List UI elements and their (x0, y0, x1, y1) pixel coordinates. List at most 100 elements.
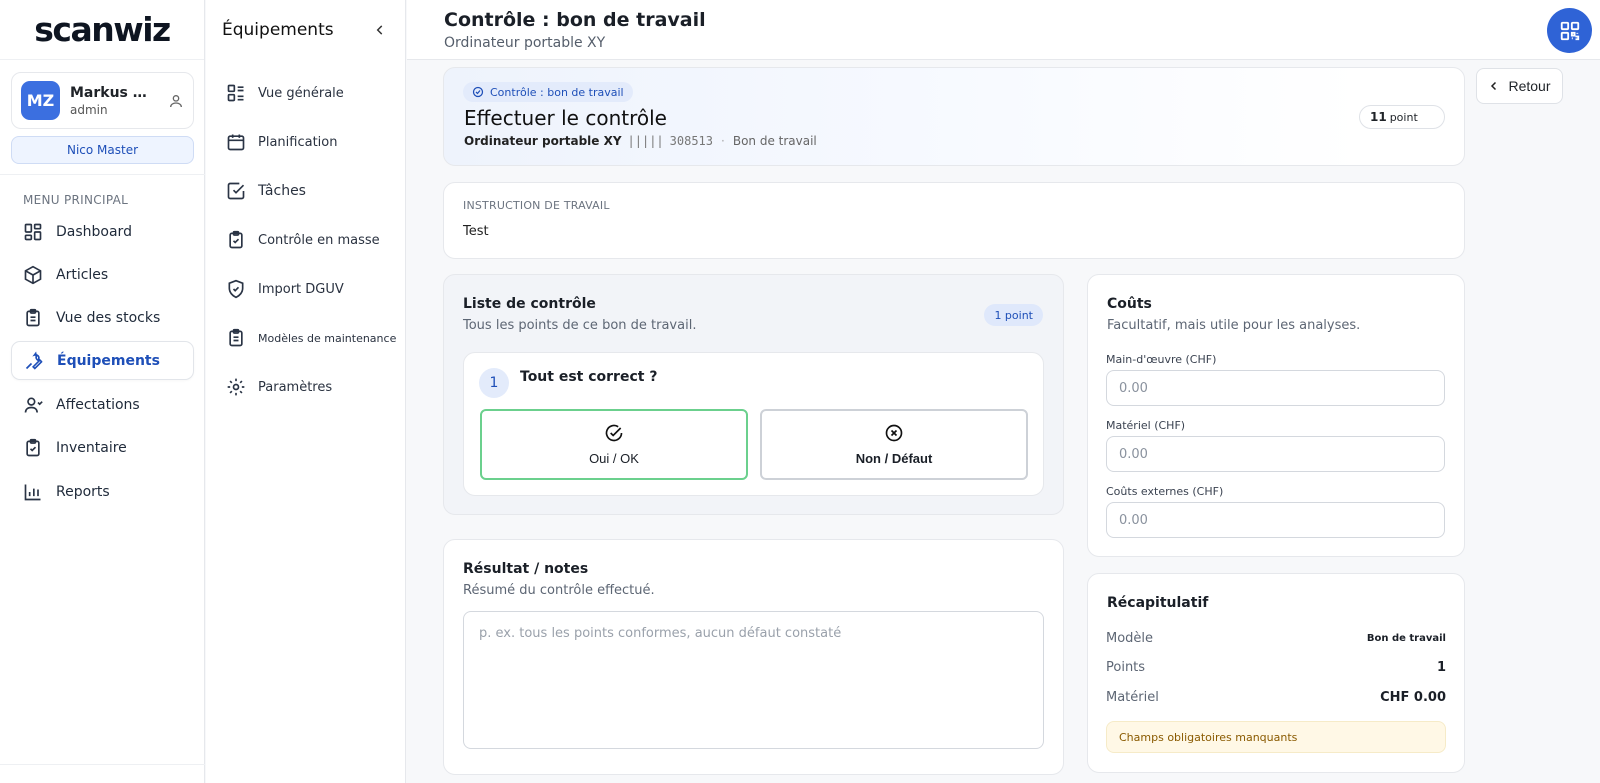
summary-model-row: Modèle Bon de travail (1106, 631, 1446, 646)
control-hero: Contrôle : bon de travail Effectuer le c… (443, 67, 1465, 166)
subnav-label: Import DGUV (258, 281, 344, 297)
calendar-icon (227, 134, 245, 151)
nav-item-affectations[interactable]: Affectations (11, 385, 194, 424)
subnav-label: Vue générale (258, 85, 344, 101)
user-icon[interactable] (168, 93, 184, 109)
nav-label: Dashboard (56, 223, 132, 240)
question-number: 1 (479, 368, 509, 398)
gear-icon (227, 378, 245, 396)
summary-key: Points (1106, 660, 1146, 675)
subnav-label: Tâches (258, 183, 306, 199)
pill-label: Contrôle : bon de travail (490, 85, 624, 99)
page-title: Contrôle : bon de travail (444, 9, 706, 31)
question-text: Tout est correct ? (520, 369, 658, 385)
subnav-item-modeles-maintenance[interactable]: Modèles de maintenance (226, 328, 396, 348)
main-sidebar: scanwiz MZ Markus Zau... admin Nico Mast… (0, 0, 205, 783)
result-subtitle: Résumé du contrôle effectué. (463, 583, 655, 598)
costs-card: Coûts Facultatif, mais utile pour les an… (1087, 274, 1465, 557)
device-name: Ordinateur portable XY (464, 134, 622, 148)
nav-item-articles[interactable]: Articles (11, 255, 194, 294)
material-label: Matériel (CHF) (1106, 419, 1186, 432)
summary-key: Modèle (1106, 631, 1154, 646)
labor-cost-input[interactable]: 0.00 (1106, 370, 1445, 406)
checklist-question: 1 Tout est correct ? Oui / OK Non / Défa… (463, 352, 1044, 496)
subnav-label: Paramètres (258, 379, 333, 395)
nav-item-reports[interactable]: Reports (11, 472, 194, 511)
section-title: Équipements (222, 20, 334, 40)
subnav-item-parametres[interactable]: Paramètres (226, 377, 332, 397)
subnav-label: Planification (258, 134, 338, 150)
external-cost-input[interactable]: 0.00 (1106, 502, 1445, 538)
nav-label: Affectations (56, 396, 140, 413)
clipboard-check-icon (229, 230, 243, 249)
user-icon (24, 397, 43, 413)
nav-item-dashboard[interactable]: Dashboard (11, 212, 194, 251)
costs-subtitle: Facultatif, mais utile pour les analyses… (1107, 318, 1361, 333)
checklist-card: Liste de contrôle Tous les points de ce … (443, 274, 1064, 515)
user-card[interactable]: MZ Markus Zau... admin (11, 72, 194, 129)
point-count-chip: 11 point (1359, 105, 1445, 129)
subnav-item-import-dguv[interactable]: Import DGUV (226, 279, 344, 299)
check-circle-icon (472, 86, 484, 98)
bar-chart-icon (24, 484, 41, 500)
answer-yes-button[interactable]: Oui / OK (480, 409, 748, 480)
barcode-number: 308513 (669, 134, 714, 148)
nav-heading: MENU PRINCIPAL (23, 193, 129, 207)
summary-points-row: Points 1 (1106, 660, 1446, 675)
nav-item-stocks[interactable]: Vue des stocks (11, 298, 194, 337)
material-cost-input[interactable]: 0.00 (1106, 436, 1445, 472)
clipboard-icon (26, 308, 40, 326)
chevron-left-icon[interactable] (373, 23, 387, 37)
subnav-item-taches[interactable]: Tâches (226, 181, 306, 201)
separator: · (721, 134, 725, 148)
control-type-pill: Contrôle : bon de travail (463, 82, 633, 102)
instruction-label: INSTRUCTION DE TRAVAIL (463, 199, 610, 212)
section-sidebar: Équipements Vue générale Planification T… (206, 0, 406, 783)
result-notes-textarea[interactable]: p. ex. tous les points conformes, aucun … (463, 611, 1044, 749)
subnav-label: Modèles de maintenance (258, 331, 397, 345)
clipboard-check-icon (26, 438, 40, 456)
instruction-text: Test (463, 224, 489, 239)
result-title: Résultat / notes (463, 561, 589, 577)
qr-code-icon (1560, 21, 1579, 40)
nav-item-inventaire[interactable]: Inventaire (11, 428, 194, 467)
summary-card: Récapitulatif Modèle Bon de travail Poin… (1087, 573, 1465, 773)
back-label: Retour (1508, 78, 1551, 94)
divider (0, 764, 205, 765)
count-label: point (1389, 110, 1418, 124)
count-value: 11 (1370, 110, 1387, 124)
summary-value: 1 (1436, 660, 1446, 675)
subnav-item-controle-masse[interactable]: Contrôle en masse (226, 230, 380, 250)
external-label: Coûts externes (CHF) (1106, 485, 1224, 498)
instruction-card: INSTRUCTION DE TRAVAIL Test (443, 182, 1465, 259)
result-card: Résultat / notes Résumé du contrôle effe… (443, 539, 1064, 775)
layout-list-icon (227, 84, 244, 102)
missing-fields-warning: Champs obligatoires manquants (1106, 721, 1446, 753)
subnav-item-vue-generale[interactable]: Vue générale (226, 83, 344, 103)
subnav-item-planification[interactable]: Planification (226, 132, 337, 152)
logo[interactable]: scanwiz (0, 0, 204, 60)
costs-title: Coûts (1107, 296, 1152, 312)
qr-scan-button[interactable] (1547, 8, 1592, 53)
dashboard-icon (24, 223, 42, 240)
nav-label: Vue des stocks (56, 309, 161, 326)
checklist-badge: 1 point (984, 304, 1043, 326)
wrench-icon (25, 351, 43, 370)
nav-item-equipements[interactable]: Équipements (11, 341, 194, 380)
page-subtitle: Ordinateur portable XY (444, 35, 606, 51)
nav-label: Reports (56, 483, 110, 500)
back-button[interactable]: Retour (1476, 68, 1563, 104)
check-circle-icon (605, 424, 623, 442)
clipboard-list-icon (229, 328, 243, 347)
subnav-label: Contrôle en masse (258, 232, 380, 248)
tenant-selector[interactable]: Nico Master (11, 136, 194, 164)
no-label: Non / Défaut (855, 451, 933, 466)
answer-no-button[interactable]: Non / Défaut (760, 409, 1028, 480)
x-circle-icon (885, 424, 903, 442)
summary-value: CHF 0.00 (1380, 690, 1446, 705)
hero-title: Effectuer le contrôle (464, 106, 667, 130)
checklist-title: Liste de contrôle (463, 296, 596, 312)
chevron-left-icon (1491, 81, 1497, 91)
avatar: MZ (21, 81, 60, 120)
nav-label: Articles (56, 266, 109, 283)
